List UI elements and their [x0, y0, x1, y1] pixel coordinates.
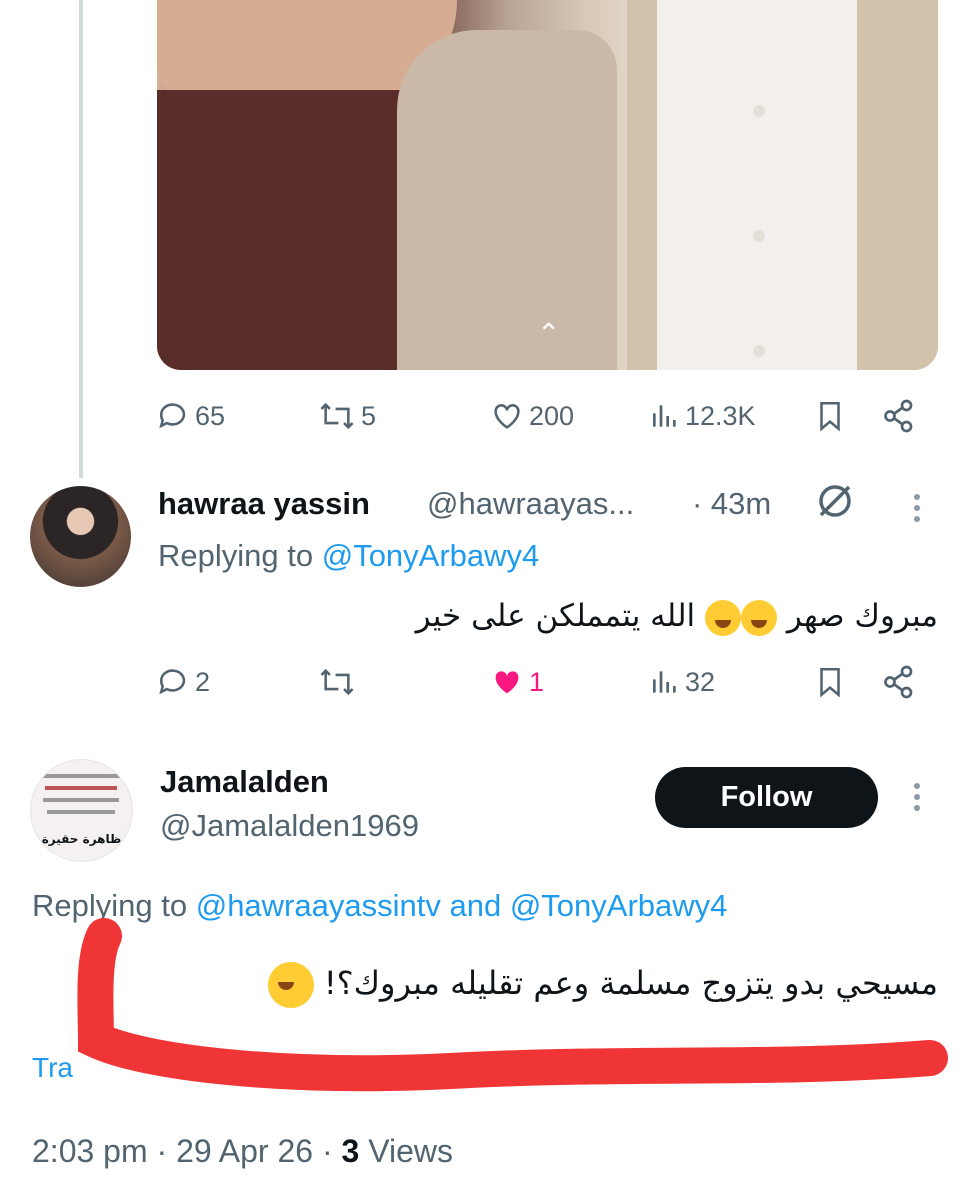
post-time[interactable]: 2:03 pm — [32, 1133, 148, 1169]
views-count: 3 — [341, 1133, 360, 1169]
translate-post-link[interactable]: Tra — [32, 1052, 73, 1084]
post-timestamp: 2:03 pm · 29 Apr 26 · 3 Views — [32, 1133, 453, 1169]
views-label: Views — [368, 1133, 453, 1169]
red-annotation-stroke — [77, 918, 948, 1092]
post-date[interactable]: 29 Apr 26 — [176, 1133, 313, 1169]
